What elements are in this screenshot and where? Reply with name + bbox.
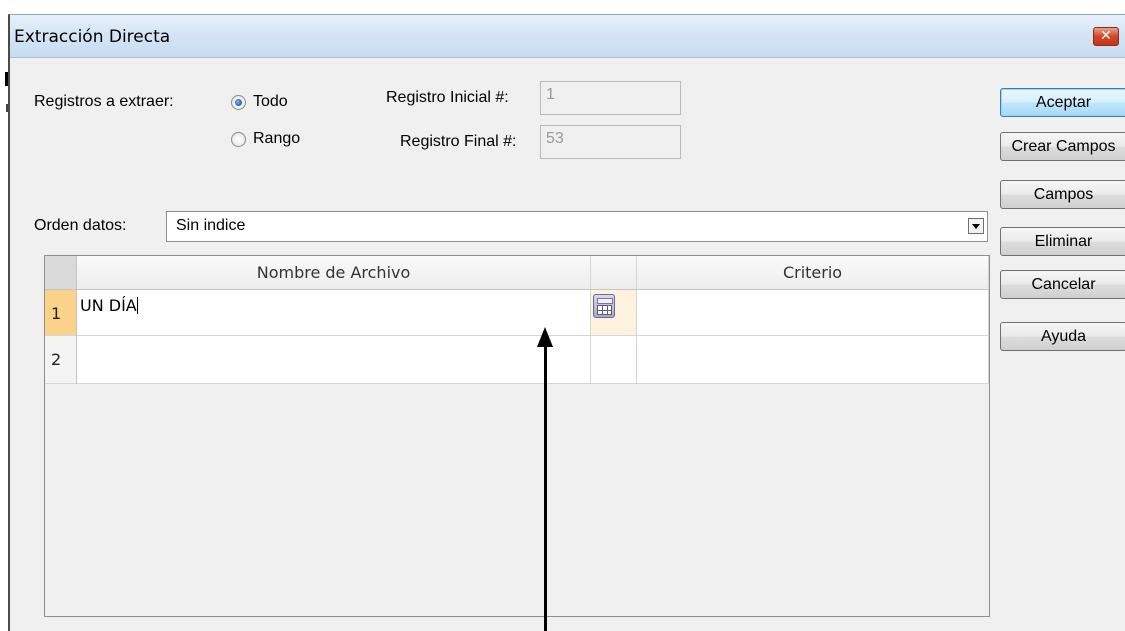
cancel-button[interactable]: Cancelar (1000, 270, 1125, 299)
filename-cell-text: UN DÍA (80, 296, 137, 315)
column-header-filename[interactable]: Nombre de Archivo (77, 256, 591, 290)
radio-range[interactable] (231, 132, 246, 147)
fields-button[interactable]: Campos (1000, 180, 1125, 209)
row-header[interactable]: 1 (45, 290, 77, 336)
row-header[interactable]: 2 (45, 336, 77, 384)
grid-corner (45, 256, 77, 290)
chevron-down-icon[interactable] (968, 218, 984, 234)
radio-range-label[interactable]: Rango (253, 130, 300, 148)
order-label: Orden datos: (34, 217, 127, 234)
close-button[interactable]: ✕ (1093, 27, 1119, 46)
criterio-cell[interactable] (637, 290, 989, 336)
filename-cell[interactable]: UN DÍA (77, 290, 591, 336)
calculator-icon[interactable] (593, 294, 615, 318)
radio-all[interactable] (231, 95, 246, 110)
column-header-criterio[interactable]: Criterio (637, 256, 989, 290)
filename-cell[interactable] (77, 336, 591, 384)
order-dropdown[interactable]: Sin indice (166, 211, 988, 242)
calculator-cell[interactable] (591, 290, 637, 336)
title-bar[interactable]: Extracción Directa ✕ (10, 15, 1125, 58)
annotation-arrow-shaft (544, 345, 547, 631)
column-header-calc[interactable] (591, 256, 637, 290)
records-to-extract-label: Registros a extraer: (34, 93, 174, 110)
extraction-dialog: Extracción Directa ✕ Registros a extraer… (8, 14, 1125, 631)
start-record-input[interactable]: 1 (540, 81, 681, 115)
end-record-label: Registro Final #: (400, 133, 517, 150)
help-button[interactable]: Ayuda (1000, 322, 1125, 351)
start-record-label: Registro Inicial #: (386, 89, 509, 106)
text-caret (136, 297, 138, 314)
criterio-cell[interactable] (637, 336, 989, 384)
radio-all-label[interactable]: Todo (253, 93, 288, 111)
calculator-cell[interactable] (591, 336, 637, 384)
criteria-grid: Nombre de Archivo Criterio 1 UN DÍA 2 (44, 255, 990, 617)
window-title: Extracción Directa (14, 27, 171, 47)
annotation-arrow-head (537, 327, 553, 347)
background-window-edge (0, 0, 1125, 14)
delete-button[interactable]: Eliminar (1000, 227, 1125, 256)
accept-button[interactable]: Aceptar (1000, 88, 1125, 117)
order-selected-value: Sin indice (176, 217, 246, 234)
end-record-input[interactable]: 53 (540, 125, 681, 159)
create-fields-button[interactable]: Crear Campos (1000, 132, 1125, 161)
close-icon: ✕ (1100, 28, 1112, 44)
